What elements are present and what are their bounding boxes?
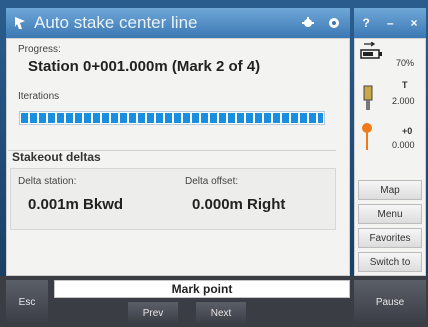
battery-icon[interactable] [360, 41, 384, 62]
mark-point-button[interactable]: Mark point [54, 280, 350, 298]
delta-offset-value: 0.000m Right [192, 196, 286, 213]
iterations-progress-fill [21, 113, 323, 123]
help-button[interactable]: ? [362, 16, 369, 30]
minimize-button[interactable]: – [387, 16, 394, 30]
plus0-value: 0.000 [392, 140, 415, 150]
rover-icon[interactable] [360, 84, 376, 114]
satellite-icon[interactable] [298, 13, 318, 33]
sidebar-button-menu[interactable]: Menu [358, 204, 422, 224]
close-button[interactable]: × [410, 16, 417, 30]
prev-button[interactable]: Prev [128, 302, 178, 324]
esc-button[interactable]: Esc [6, 280, 48, 324]
progress-label: Progress: [18, 44, 61, 55]
gear-icon[interactable] [324, 13, 344, 33]
sidebar-button-favorites[interactable]: Favorites [358, 228, 422, 248]
sidebar-button-map[interactable]: Map [358, 180, 422, 200]
next-button[interactable]: Next [196, 302, 246, 324]
iterations-progress-bar [19, 111, 325, 125]
title-bar: Auto stake center line [6, 8, 350, 38]
delta-offset-label: Delta offset: [185, 176, 239, 187]
window-controls: ? – × [354, 8, 426, 38]
target-pin-icon[interactable] [360, 122, 374, 154]
progress-value: Station 0+001.000m (Mark 2 of 4) [28, 58, 261, 75]
window-title: Auto stake center line [34, 13, 198, 32]
battery-percent: 70% [396, 58, 415, 68]
delta-station-value: 0.001m Bkwd [28, 196, 124, 213]
app-icon[interactable] [6, 8, 34, 38]
iterations-label: Iterations [18, 91, 60, 102]
sidebar-button-switch-to[interactable]: Switch to [358, 252, 422, 272]
t-value: 2.000 [392, 96, 415, 106]
pause-button[interactable]: Pause [354, 280, 426, 324]
delta-station-label: Delta station: [18, 176, 77, 187]
